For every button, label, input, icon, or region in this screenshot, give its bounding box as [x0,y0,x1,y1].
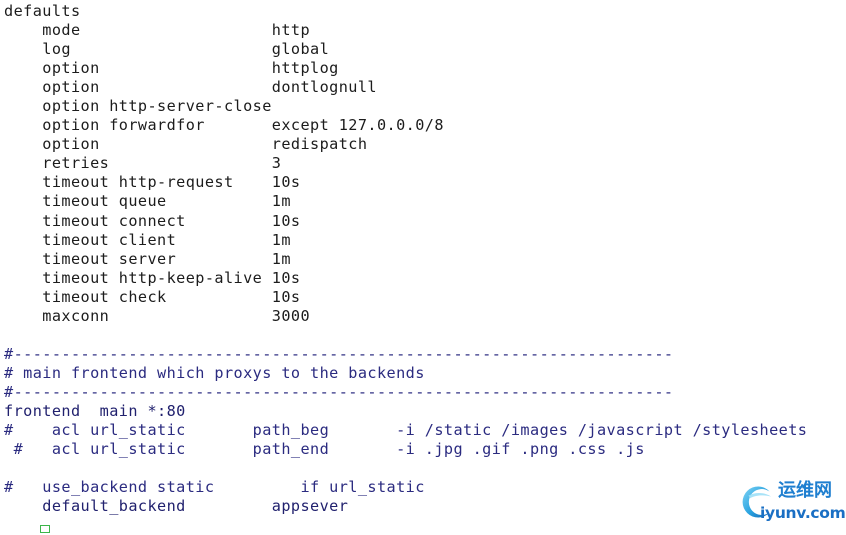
line-acl-url-static-beg: # acl url_static path_beg -i /static /im… [4,421,808,440]
line-option-forwardfor: option forwardfor except 127.0.0.0/8 [4,116,444,135]
line-acl-url-static-end: # acl url_static path_end -i .jpg .gif .… [4,440,645,459]
line-rule-bottom: #---------------------------------------… [4,382,674,401]
config-text-view: defaults mode http log global option htt… [0,0,846,535]
line-rule-top: #---------------------------------------… [4,344,674,363]
line-maxconn: maxconn 3000 [4,306,311,325]
line-timeout-check: timeout check 10s [4,287,301,306]
terminal-cursor [40,525,50,533]
watermark-domain-text: iyunv.com [760,504,846,522]
line-frontend-main: frontend main *:80 [4,401,186,420]
line-option-dontlognull: option dontlognull [4,78,377,97]
line-option-redispatch: option redispatch [4,135,368,154]
line-timeout-server: timeout server 1m [4,249,291,268]
line-default-backend: default_backend appsever [4,497,349,516]
line-timeout-connect: timeout connect 10s [4,211,301,230]
line-timeout-client: timeout client 1m [4,230,291,249]
line-timeout-http-request: timeout http-request 10s [4,173,301,192]
site-watermark: 运维网 iyunv.com [738,480,846,530]
line-mode: mode http [4,21,311,40]
line-section-comment: # main frontend which proxys to the back… [4,363,425,382]
line-timeout-http-keep-alive: timeout http-keep-alive 10s [4,268,301,287]
line-blank-1 [4,326,807,345]
line-timeout-queue: timeout queue 1m [4,192,291,211]
line-log: log global [4,40,330,59]
line-option-httplog: option httplog [4,59,339,78]
line-option-http-server-close: option http-server-close [4,97,272,116]
watermark-chinese-text: 运维网 [778,480,832,501]
config-code-block: defaults mode http log global option htt… [4,2,807,516]
line-retries: retries 3 [4,154,282,173]
line-blank-2 [4,459,807,478]
line-defaults: defaults [4,2,81,20]
line-use-backend-static: # use_backend static if url_static [4,478,425,497]
